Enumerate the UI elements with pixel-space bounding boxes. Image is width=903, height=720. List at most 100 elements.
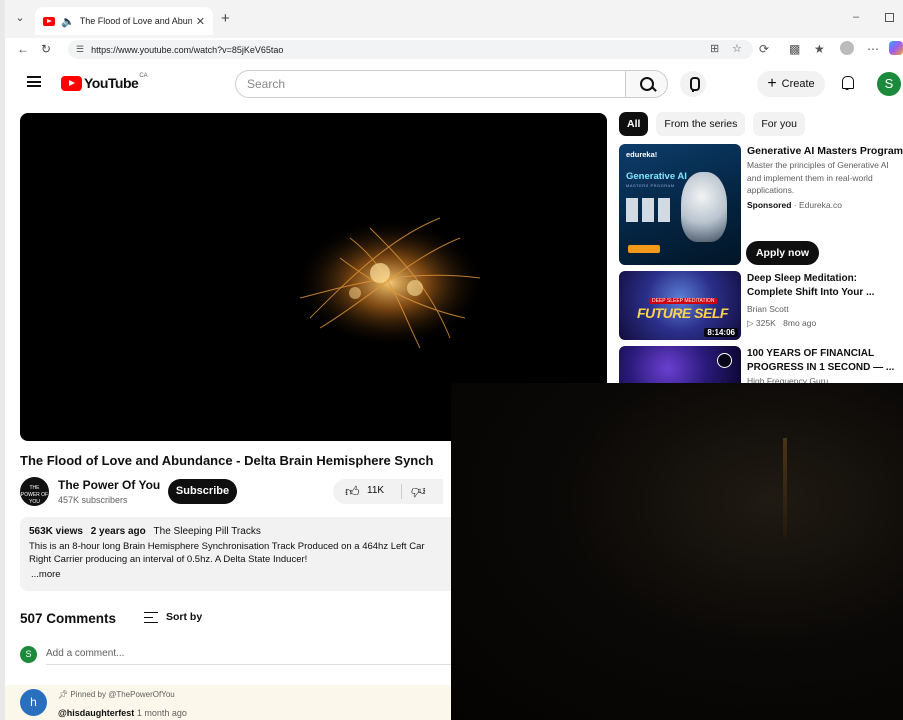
ad-thumb-button-graphic bbox=[628, 245, 660, 253]
search-placeholder: Search bbox=[247, 77, 286, 91]
like-icon[interactable]: 👍︎ bbox=[345, 483, 360, 500]
overlay-light-streak bbox=[783, 438, 787, 538]
create-button[interactable]: + Create bbox=[757, 71, 825, 97]
youtube-logo[interactable]: YouTube CA bbox=[61, 73, 148, 91]
browser-tab[interactable]: 🔈 The Flood of Love and Abund ✕ bbox=[35, 7, 213, 35]
favorite-star-icon[interactable]: ☆ bbox=[732, 42, 742, 55]
comment-input-underline bbox=[46, 664, 456, 665]
related-video-title[interactable]: 100 YEARS OF FINANCIAL PROGRESS IN 1 SEC… bbox=[747, 347, 897, 375]
logo-wordmark: YouTube bbox=[84, 75, 139, 91]
youtube-favicon-icon bbox=[43, 16, 55, 26]
search-icon[interactable] bbox=[626, 70, 668, 98]
sponsored-label: Sponsored bbox=[747, 200, 792, 210]
ad-description: Master the principles of Generative AI a… bbox=[747, 160, 889, 195]
split-screen-icon[interactable]: ▩ bbox=[789, 42, 800, 56]
ad-title[interactable]: Generative AI Masters Program bbox=[747, 145, 903, 157]
video-title: The Flood of Love and Abundance - Delta … bbox=[20, 453, 434, 468]
browser-profile-icon[interactable] bbox=[840, 41, 854, 55]
refresh-extension-icon[interactable]: ⟳ bbox=[759, 42, 769, 56]
duration-badge: 8:14:06 bbox=[704, 328, 738, 337]
add-comment-input[interactable]: Add a comment... bbox=[46, 648, 124, 659]
chip-all[interactable]: All bbox=[619, 112, 649, 136]
related-video-thumbnail[interactable] bbox=[619, 346, 741, 383]
reload-icon[interactable]: ↻ bbox=[41, 42, 51, 56]
ad-thumb-robot-image bbox=[681, 172, 727, 242]
url-field[interactable]: ☰ https://www.youtube.com/watch?v=85jKeV… bbox=[68, 40, 753, 59]
search-input[interactable]: Search bbox=[235, 70, 626, 98]
ad-thumb-headline: Generative AI bbox=[626, 171, 687, 182]
dislike-icon[interactable]: 👍︎ bbox=[411, 483, 426, 500]
plus-icon: + bbox=[767, 75, 777, 92]
related-video-channel[interactable]: Brian Scott bbox=[747, 304, 789, 314]
overlay-shade bbox=[451, 383, 903, 720]
region-code: CA bbox=[139, 73, 148, 79]
apply-now-button[interactable]: Apply now bbox=[746, 241, 819, 265]
notifications-bell-icon[interactable] bbox=[840, 76, 854, 90]
ad-brand: edureka! bbox=[626, 150, 658, 159]
comment-count: 507 Comments bbox=[20, 611, 117, 626]
comment-author-line: @hisdaughterfest 1 month ago bbox=[58, 708, 187, 718]
tab-strip: ⌄ 🔈 The Flood of Love and Abund ✕ + – bbox=[5, 0, 903, 38]
back-icon[interactable]: ← bbox=[17, 42, 29, 56]
channel-avatar[interactable]: THE POWER OF YOU bbox=[20, 477, 49, 506]
commenter-avatar[interactable]: h bbox=[20, 689, 47, 716]
related-video-views: 325K bbox=[755, 318, 776, 328]
dark-overlay-window bbox=[451, 383, 903, 720]
show-more-link[interactable]: ...more bbox=[31, 569, 456, 580]
create-label: Create bbox=[781, 78, 815, 90]
account-avatar[interactable]: S bbox=[877, 72, 901, 96]
youtube-play-icon bbox=[61, 75, 82, 91]
related-video-stats: ▷ 325K 8mo ago bbox=[747, 318, 816, 329]
pinned-label: 📌︎ Pinned by @ThePowerOfYou bbox=[58, 690, 175, 699]
related-video-title[interactable]: Deep Sleep Meditation: Complete Shift In… bbox=[747, 272, 897, 300]
ad-thumb-subheadline: MASTERS PROGRAM bbox=[626, 183, 675, 188]
browser-window: ⌄ 🔈 The Flood of Love and Abund ✕ + – ← … bbox=[0, 0, 903, 720]
video-frame-visual bbox=[295, 217, 485, 349]
thumb-tag: DEEP SLEEP MEDITATION bbox=[649, 298, 718, 304]
description-tagline: The Sleeping Pill Tracks bbox=[153, 526, 261, 537]
comment-age: 1 month ago bbox=[136, 708, 187, 718]
favorites-icon[interactable]: ★ bbox=[814, 42, 825, 56]
sort-icon[interactable] bbox=[144, 612, 158, 623]
thumb-text: FUTURE SELF bbox=[637, 305, 728, 321]
chip-for-you[interactable]: For you bbox=[753, 112, 805, 136]
tab-list-chevron-icon[interactable]: ⌄ bbox=[13, 11, 27, 25]
hamburger-menu-icon[interactable] bbox=[27, 76, 41, 87]
app-available-icon[interactable]: ⊞ bbox=[710, 42, 719, 55]
sort-by-button[interactable]: Sort by bbox=[166, 611, 202, 623]
tab-title: The Flood of Love and Abund bbox=[79, 16, 192, 26]
url-text: https://www.youtube.com/watch?v=85jKeV65… bbox=[91, 44, 284, 55]
description-box[interactable]: 563K views 2 years ago The Sleeping Pill… bbox=[20, 517, 456, 591]
maximize-icon[interactable] bbox=[885, 13, 894, 22]
address-bar-row: ← ↻ ☰ https://www.youtube.com/watch?v=85… bbox=[5, 38, 903, 61]
description-meta: 563K views 2 years ago The Sleeping Pill… bbox=[29, 526, 456, 537]
copilot-icon[interactable] bbox=[889, 41, 903, 55]
divider bbox=[401, 484, 402, 499]
watch-later-icon[interactable] bbox=[717, 353, 732, 368]
pin-icon: 📌︎ bbox=[58, 690, 69, 699]
speaker-icon[interactable]: 🔈 bbox=[61, 15, 75, 28]
pinned-by-text: Pinned by @ThePowerOfYou bbox=[70, 690, 175, 699]
related-video-thumbnail[interactable]: DEEP SLEEP MEDITATION FUTURE SELF 8:14:0… bbox=[619, 271, 741, 340]
view-count: 563K views bbox=[29, 526, 83, 537]
channel-name[interactable]: The Power Of You bbox=[58, 478, 160, 492]
microphone-icon[interactable] bbox=[680, 71, 706, 97]
close-tab-icon[interactable]: ✕ bbox=[196, 15, 205, 28]
site-info-icon[interactable]: ☰ bbox=[76, 44, 84, 55]
play-count-icon: ▷ bbox=[747, 318, 754, 328]
filter-chips: All From the series For you bbox=[619, 112, 813, 136]
comment-author[interactable]: @hisdaughterfest bbox=[58, 708, 134, 718]
new-tab-icon[interactable]: + bbox=[221, 10, 230, 27]
like-dislike-control: 👍︎ 11K 👍︎ bbox=[333, 479, 443, 504]
more-options-icon[interactable]: ⋯ bbox=[867, 42, 879, 56]
ad-thumbnail[interactable]: edureka! Generative AI MASTERS PROGRAM bbox=[619, 144, 741, 265]
upload-age: 2 years ago bbox=[90, 526, 146, 537]
like-count: 11K bbox=[367, 485, 385, 496]
subscriber-count: 457K subscribers bbox=[58, 495, 128, 505]
chip-from-the-series[interactable]: From the series bbox=[656, 112, 746, 136]
description-line: This is an 8-hour long Brain Hemisphere … bbox=[29, 541, 425, 552]
subscribe-button[interactable]: Subscribe bbox=[168, 479, 237, 504]
minimize-icon[interactable]: – bbox=[853, 11, 859, 23]
ad-meta: Sponsored · Edureka.co bbox=[747, 200, 842, 210]
youtube-header: YouTube CA Search + Create S bbox=[5, 61, 903, 106]
